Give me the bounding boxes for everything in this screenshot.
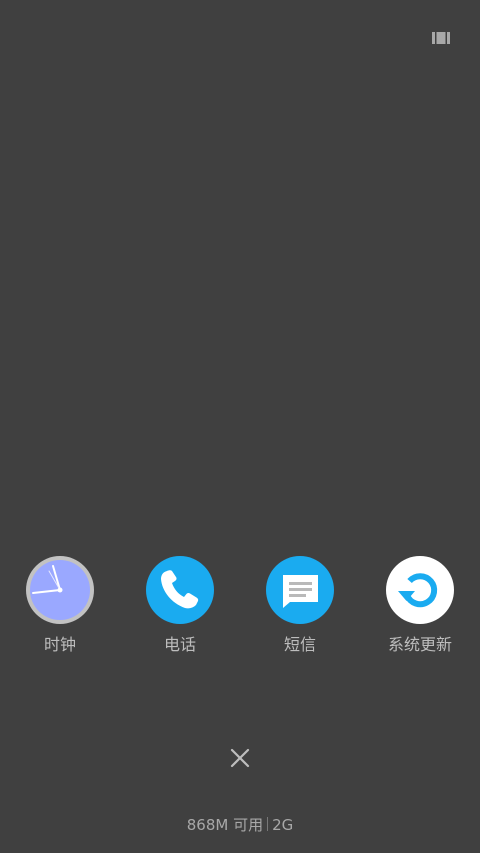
app-label-phone: 电话 — [163, 635, 196, 654]
app-system-update[interactable]: 系统更新 — [360, 555, 480, 665]
memory-separator — [267, 817, 269, 831]
close-button[interactable] — [225, 743, 255, 773]
clock-icon — [26, 556, 94, 624]
close-icon — [230, 748, 250, 768]
app-phone[interactable]: 电话 — [120, 555, 240, 665]
recent-apps-row: 时钟 电话 短信 系统更新 — [0, 555, 480, 665]
message-icon — [266, 556, 334, 624]
view-toggle-button[interactable] — [430, 29, 452, 47]
memory-available: 868M 可用 — [186, 816, 264, 834]
system-update-icon — [386, 556, 454, 624]
app-clock[interactable]: 时钟 — [0, 555, 120, 665]
phone-icon — [146, 556, 214, 624]
memory-total: 2G — [272, 816, 294, 834]
app-label-messages: 短信 — [283, 635, 316, 654]
app-label-clock: 时钟 — [43, 635, 76, 654]
memory-status: 868M 可用 2G — [0, 815, 480, 835]
app-label-system-update: 系统更新 — [387, 635, 452, 654]
app-messages[interactable]: 短信 — [240, 555, 360, 665]
view-toggle-icon — [432, 32, 450, 44]
